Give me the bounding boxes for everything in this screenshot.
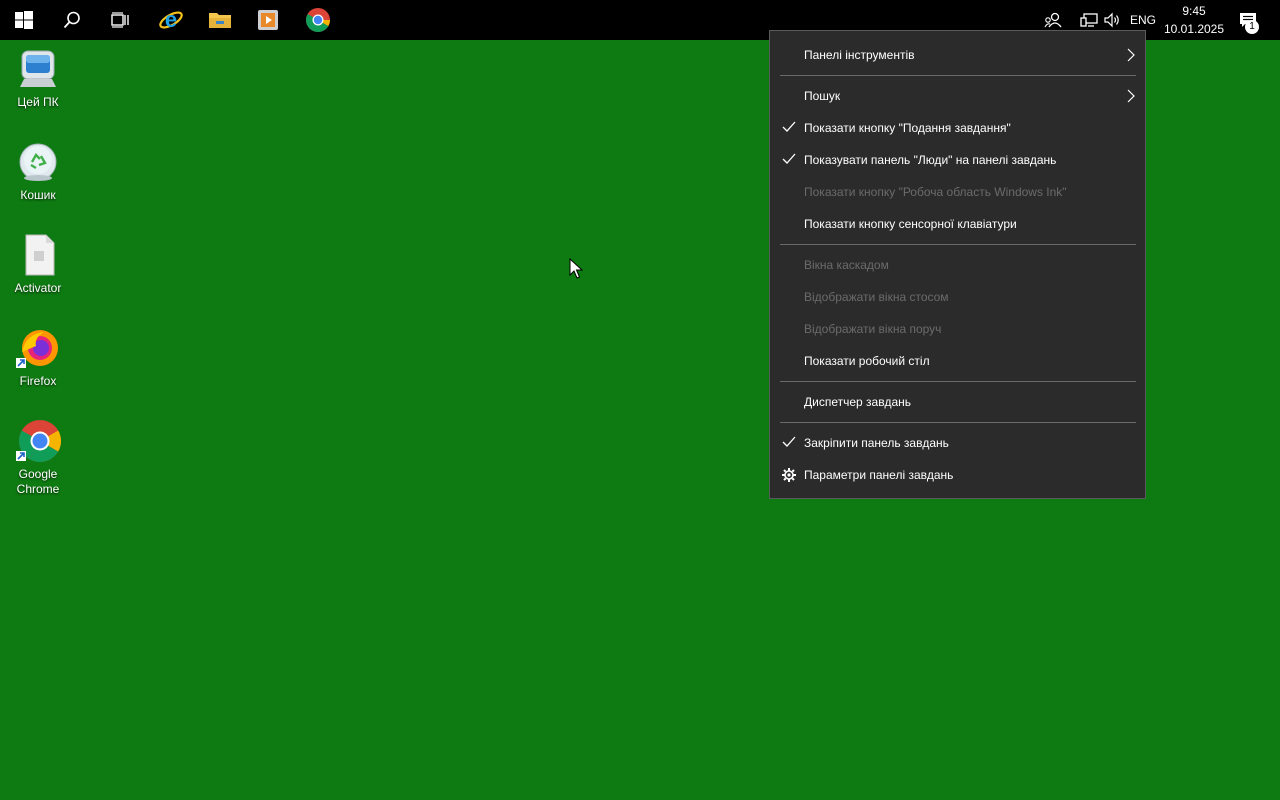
menu-item-cascade-windows: Вікна каскадом [770, 249, 1145, 281]
media-player-button[interactable] [244, 0, 292, 40]
notification-badge: 1 [1245, 20, 1259, 34]
clock[interactable]: 9:45 10.01.2025 [1162, 2, 1226, 38]
internet-explorer-button[interactable]: e [147, 0, 195, 40]
file-icon [25, 234, 55, 276]
menu-item-label: Закріпити панель завдань [804, 436, 949, 450]
desktop-icon-label: Activator [14, 281, 62, 295]
menu-item-label: Показати кнопку сенсорної клавіатури [804, 217, 1017, 231]
computer-icon [20, 50, 56, 87]
desktop-icon-google-chrome[interactable]: Google Chrome [2, 417, 74, 497]
task-view-icon [111, 12, 129, 28]
menu-item-lock-taskbar[interactable]: Закріпити панель завдань [770, 427, 1145, 459]
menu-item-show-touch-keyboard[interactable]: Показати кнопку сенсорної клавіатури [770, 208, 1145, 240]
menu-item-toolbars[interactable]: Панелі інструментів [770, 39, 1145, 71]
menu-item-label: Панелі інструментів [804, 48, 915, 62]
menu-separator [780, 75, 1136, 76]
mouse-cursor-icon [569, 258, 583, 279]
start-button[interactable] [0, 0, 48, 40]
checkmark-icon [782, 121, 796, 132]
firefox-icon [16, 330, 58, 368]
menu-item-stack-windows: Відображати вікна стосом [770, 281, 1145, 313]
chevron-right-icon [1127, 48, 1135, 62]
search-button[interactable] [48, 0, 96, 40]
menu-separator [780, 381, 1136, 382]
desktop-icon-label: Google Chrome [16, 467, 60, 496]
menu-item-show-task-view-button[interactable]: Показати кнопку "Подання завдання" [770, 112, 1145, 144]
desktop-icon-label: Цей ПК [17, 95, 59, 109]
chevron-right-icon [1127, 89, 1135, 103]
people-icon [1044, 12, 1062, 28]
desktop-icon-firefox[interactable]: Firefox [2, 324, 74, 389]
folder-icon [209, 13, 231, 28]
menu-item-side-by-side-windows: Відображати вікна поруч [770, 313, 1145, 345]
clock-time: 9:45 [1182, 4, 1206, 18]
menu-item-label: Вікна каскадом [804, 258, 889, 272]
menu-item-label: Диспетчер завдань [804, 395, 912, 409]
menu-item-label: Відображати вікна поруч [804, 322, 942, 336]
menu-item-label: Показувати панель "Люди" на панелі завда… [804, 153, 1057, 167]
checkmark-icon [782, 153, 796, 164]
menu-item-search[interactable]: Пошук [770, 80, 1145, 112]
menu-item-label: Пошук [804, 89, 841, 103]
menu-item-task-manager[interactable]: Диспетчер завдань [770, 386, 1145, 418]
checkmark-icon [782, 436, 796, 447]
windows-logo-icon [15, 11, 33, 29]
menu-item-show-people[interactable]: Показувати панель "Люди" на панелі завда… [770, 144, 1145, 176]
chrome-icon [306, 8, 330, 33]
task-view-button[interactable] [96, 0, 144, 40]
menu-item-label: Показати робочий стіл [804, 354, 930, 368]
taskbar-context-menu: Панелі інструментів Пошук Показати кнопк… [769, 30, 1146, 499]
search-icon [63, 11, 80, 29]
menu-item-show-desktop[interactable]: Показати робочий стіл [770, 345, 1145, 377]
ie-icon: e [159, 7, 183, 32]
menu-separator [780, 422, 1136, 423]
media-icon [258, 10, 278, 30]
desktop-icon-activator[interactable]: Activator [2, 231, 74, 296]
menu-item-show-windows-ink: Показати кнопку "Робоча область Windows … [770, 176, 1145, 208]
clock-date: 10.01.2025 [1163, 22, 1225, 36]
desktop-icon-label: Firefox [19, 374, 57, 388]
chrome-taskbar-button[interactable] [294, 0, 342, 40]
menu-item-taskbar-settings[interactable]: Параметри панелі завдань [770, 459, 1145, 491]
svg-text:e: e [165, 7, 177, 32]
file-explorer-button[interactable] [196, 0, 244, 40]
volume-icon [1104, 12, 1119, 28]
desktop-icon-recycle-bin[interactable]: Кошик [2, 138, 74, 203]
recycle-bin-icon [19, 143, 57, 181]
menu-item-label: Показати кнопку "Подання завдання" [804, 121, 1011, 135]
menu-item-label: Показати кнопку "Робоча область Windows … [804, 185, 1067, 199]
desktop-icon-this-pc[interactable]: Цей ПК [2, 45, 74, 110]
menu-item-label: Параметри панелі завдань [804, 468, 954, 482]
menu-separator [780, 244, 1136, 245]
menu-item-label: Відображати вікна стосом [804, 290, 949, 304]
chrome-icon [16, 420, 62, 463]
desktop-icon-label: Кошик [20, 188, 56, 202]
network-icon [1080, 13, 1098, 27]
gear-icon [782, 468, 796, 482]
